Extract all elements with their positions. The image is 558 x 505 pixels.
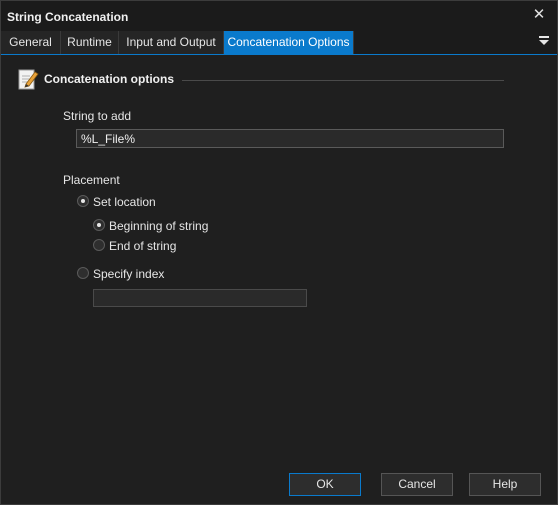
tab-general[interactable]: General (1, 31, 61, 54)
end-of-string-radio[interactable] (93, 239, 105, 251)
tab-runtime[interactable]: Runtime (61, 31, 119, 54)
cancel-button[interactable]: Cancel (381, 473, 453, 496)
help-button[interactable]: Help (469, 473, 541, 496)
beginning-of-string-radio[interactable] (93, 219, 105, 231)
set-location-radio[interactable] (77, 195, 89, 207)
edit-document-icon (18, 69, 39, 90)
beginning-of-string-label[interactable]: Beginning of string (109, 219, 208, 233)
window-title: String Concatenation (7, 10, 129, 24)
close-icon[interactable]: ✕ (531, 7, 547, 23)
tab-bar: General Runtime Input and Output Concate… (1, 31, 557, 55)
end-of-string-label[interactable]: End of string (109, 239, 176, 253)
tab-concatenation-options[interactable]: Concatenation Options (224, 31, 354, 54)
dialog-window: String Concatenation ✕ General Runtime I… (0, 0, 558, 505)
tab-input-and-output[interactable]: Input and Output (119, 31, 224, 54)
section-divider (182, 80, 504, 81)
set-location-label[interactable]: Set location (93, 195, 156, 209)
placement-label: Placement (63, 173, 120, 187)
specify-index-input[interactable] (93, 289, 307, 307)
tab-menu-icon[interactable] (537, 34, 553, 50)
title-bar: String Concatenation ✕ (1, 1, 557, 31)
string-to-add-label: String to add (63, 109, 132, 123)
section-title: Concatenation options (44, 72, 174, 86)
specify-index-radio[interactable] (77, 267, 89, 279)
string-to-add-input[interactable]: %L_File% (76, 129, 504, 148)
ok-button[interactable]: OK (289, 473, 361, 496)
specify-index-label[interactable]: Specify index (93, 267, 164, 281)
